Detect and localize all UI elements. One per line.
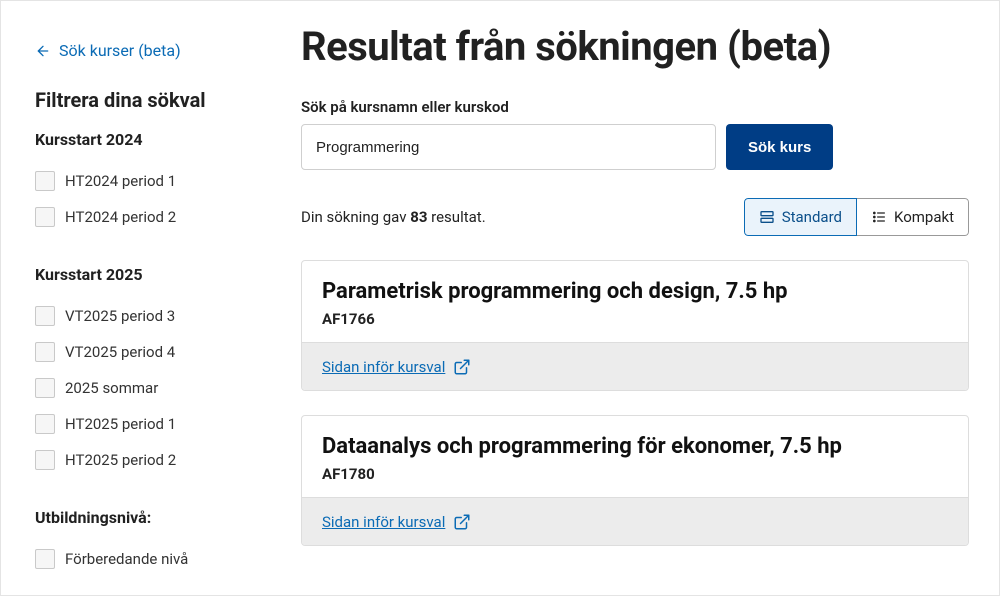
course-page-link-label: Sidan inför kursval — [322, 358, 445, 376]
page-title: Resultat från sökningen (beta) — [301, 23, 969, 70]
checkbox-icon — [35, 207, 55, 227]
filter-option-label: HT2024 period 2 — [65, 208, 176, 226]
filter-option[interactable]: HT2024 period 1 — [35, 163, 251, 199]
checkbox-icon — [35, 378, 55, 398]
filter-group-title: Kursstart 2025 — [35, 265, 251, 284]
card-body: Dataanalys och programmering för ekonome… — [302, 416, 968, 497]
filter-group-2024: Kursstart 2024 HT2024 period 1 HT2024 pe… — [35, 130, 251, 235]
filter-option[interactable]: HT2025 period 1 — [35, 406, 251, 442]
checkbox-icon — [35, 414, 55, 434]
result-header: Din sökning gav 83 resultat. Standard Ko… — [301, 198, 969, 236]
course-title: Dataanalys och programmering för ekonome… — [322, 434, 948, 459]
course-page-link-label: Sidan inför kursval — [322, 513, 445, 531]
filter-option-label: HT2025 period 2 — [65, 451, 176, 469]
filter-title: Filtrera dina sökval — [35, 88, 251, 112]
external-link-icon — [453, 358, 471, 376]
filter-option[interactable]: 2025 sommar — [35, 370, 251, 406]
layout-rows-icon — [759, 209, 775, 225]
checkbox-icon — [35, 450, 55, 470]
card-footer: Sidan inför kursval — [302, 497, 968, 545]
filter-group-level: Utbildningsnivå: Förberedande nivå — [35, 508, 251, 577]
filter-option-label: HT2025 period 1 — [65, 415, 176, 433]
course-page-link[interactable]: Sidan inför kursval — [322, 358, 471, 376]
checkbox-icon — [35, 549, 55, 569]
filter-option-label: VT2025 period 4 — [65, 343, 175, 361]
search-button[interactable]: Sök kurs — [726, 124, 833, 170]
external-link-icon — [453, 513, 471, 531]
filter-option[interactable]: Förberedande nivå — [35, 541, 251, 577]
back-link-label: Sök kurser (beta) — [59, 41, 181, 60]
filter-group-2025: Kursstart 2025 VT2025 period 3 VT2025 pe… — [35, 265, 251, 478]
course-title: Parametrisk programmering och design, 7.… — [322, 279, 948, 304]
course-code: AF1780 — [322, 465, 948, 483]
view-compact-label: Kompakt — [894, 208, 954, 226]
result-card: Parametrisk programmering och design, 7.… — [301, 260, 969, 391]
filter-option-label: 2025 sommar — [65, 379, 158, 397]
view-toggle: Standard Kompakt — [744, 198, 969, 236]
filter-option[interactable]: VT2025 period 4 — [35, 334, 251, 370]
filter-option[interactable]: HT2025 period 2 — [35, 442, 251, 478]
course-page-link[interactable]: Sidan inför kursval — [322, 513, 471, 531]
checkbox-icon — [35, 171, 55, 191]
main-content: Resultat från sökningen (beta) Sök på ku… — [271, 1, 999, 595]
checkbox-icon — [35, 306, 55, 326]
result-count: Din sökning gav 83 resultat. — [301, 208, 486, 226]
card-body: Parametrisk programmering och design, 7.… — [302, 261, 968, 342]
result-suffix: resultat. — [427, 208, 485, 226]
view-compact-button[interactable]: Kompakt — [857, 198, 969, 236]
back-link[interactable]: Sök kurser (beta) — [35, 41, 181, 60]
filter-option[interactable]: HT2024 period 2 — [35, 199, 251, 235]
filter-sidebar: Sök kurser (beta) Filtrera dina sökval K… — [1, 1, 271, 595]
result-prefix: Din sökning gav — [301, 208, 410, 226]
filter-option-label: Förberedande nivå — [65, 550, 188, 568]
filter-option-label: VT2025 period 3 — [65, 307, 175, 325]
list-icon — [871, 209, 887, 225]
search-input[interactable] — [301, 124, 716, 170]
checkbox-icon — [35, 342, 55, 362]
filter-option[interactable]: VT2025 period 3 — [35, 298, 251, 334]
search-row: Sök kurs — [301, 124, 969, 170]
filter-group-title: Kursstart 2024 — [35, 130, 251, 149]
search-label: Sök på kursnamn eller kurskod — [301, 98, 969, 116]
filter-option-label: HT2024 period 1 — [65, 172, 176, 190]
course-code: AF1766 — [322, 310, 948, 328]
filter-group-title: Utbildningsnivå: — [35, 508, 251, 527]
card-footer: Sidan inför kursval — [302, 342, 968, 390]
result-number: 83 — [410, 208, 427, 226]
view-standard-button[interactable]: Standard — [744, 198, 857, 236]
result-card: Dataanalys och programmering för ekonome… — [301, 415, 969, 546]
view-standard-label: Standard — [782, 208, 842, 226]
arrow-left-icon — [35, 43, 51, 59]
